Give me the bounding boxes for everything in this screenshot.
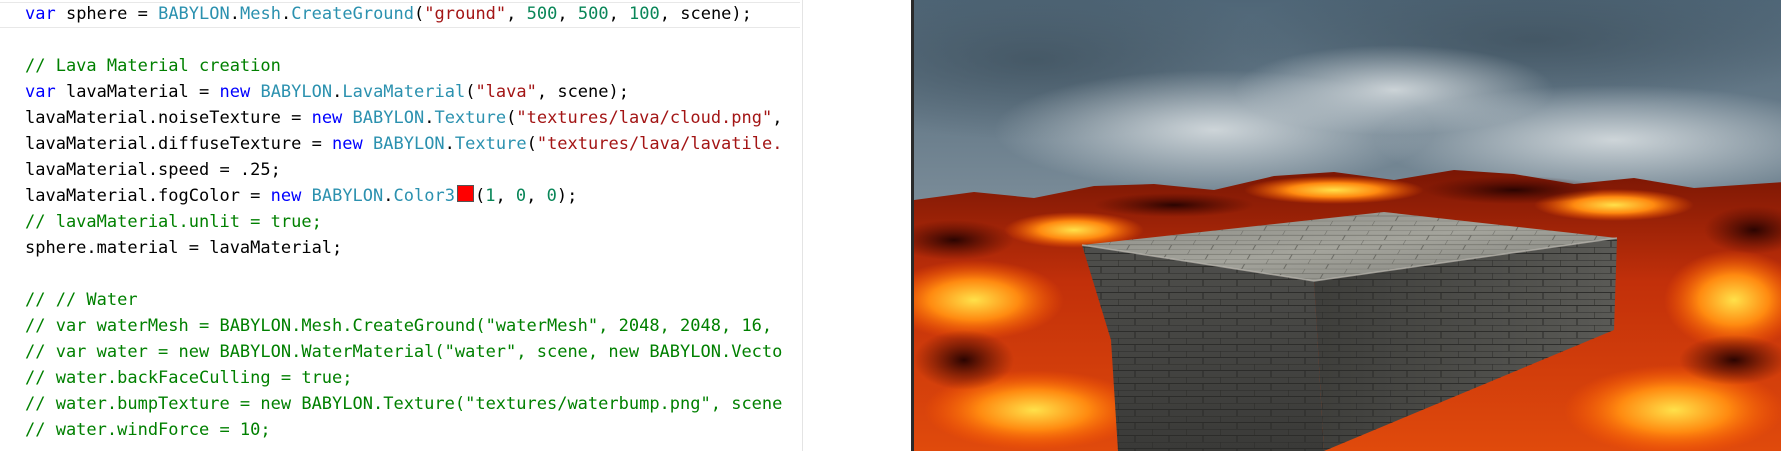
code-line[interactable]: lavaMaterial.fogColor = new BABYLON.Colo…	[25, 183, 577, 209]
code-token: // water.bumpTexture = new BABYLON.Textu…	[25, 394, 783, 414]
code-token: new	[311, 108, 343, 128]
code-token: ,	[608, 4, 630, 24]
code-token: (	[474, 186, 486, 206]
code-token: var	[25, 82, 56, 102]
code-token: (	[526, 134, 537, 154]
code-line[interactable]: lavaMaterial.speed = .25;	[25, 157, 281, 183]
code-token: // Lava Material creation	[25, 56, 281, 76]
code-token: // water.backFaceCulling = true;	[25, 368, 353, 388]
code-token: new	[219, 82, 251, 102]
code-line[interactable]: lavaMaterial.noiseTexture = new BABYLON.…	[25, 105, 782, 131]
code-token: Texture	[434, 108, 507, 128]
code-token: BABYLON	[311, 186, 384, 206]
code-token: lavaMaterial =	[55, 82, 220, 102]
code-line[interactable]: // // Water	[25, 287, 138, 313]
code-token: 0	[515, 186, 527, 206]
code-token: , scene);	[536, 82, 629, 102]
code-line[interactable]: lavaMaterial.diffuseTexture = new BABYLO…	[25, 131, 782, 157]
code-token: .	[332, 82, 343, 102]
code-lines[interactable]: var sphere = BABYLON.Mesh.CreateGround("…	[0, 0, 803, 451]
code-token: LavaMaterial	[342, 82, 466, 102]
code-line[interactable]: var lavaMaterial = new BABYLON.LavaMater…	[25, 79, 629, 105]
code-token: .	[229, 4, 240, 24]
code-token: "lava"	[475, 82, 537, 102]
code-token: ,	[495, 186, 516, 206]
code-token: new	[332, 134, 363, 154]
code-token: .	[424, 108, 435, 128]
code-line[interactable]: // water.backFaceCulling = true;	[25, 365, 353, 391]
code-token: 0	[546, 186, 557, 206]
code-token: // var water = new BABYLON.WaterMaterial…	[25, 342, 783, 362]
code-line[interactable]: var sphere = BABYLON.Mesh.CreateGround("…	[25, 1, 752, 27]
code-token: lavaMaterial.fogColor =	[25, 186, 271, 206]
code-token: (	[465, 82, 476, 102]
code-token: Texture	[454, 134, 527, 154]
code-token: // // Water	[25, 290, 138, 310]
code-token: sphere.material = lavaMaterial;	[25, 238, 343, 258]
code-token: var	[25, 4, 56, 24]
code-editor[interactable]: var sphere = BABYLON.Mesh.CreateGround("…	[0, 0, 803, 451]
code-token: (	[414, 4, 425, 24]
code-token: 500	[577, 4, 609, 24]
code-token: .	[444, 134, 455, 154]
code-token: lavaMaterial.speed = .25;	[25, 160, 281, 180]
code-token: ,	[557, 4, 578, 24]
code-token: // lavaMaterial.unlit = true;	[25, 212, 322, 232]
code-token: ,	[506, 4, 527, 24]
code-token: ,	[526, 186, 547, 206]
code-line[interactable]: sphere.material = lavaMaterial;	[25, 235, 342, 261]
code-token: 1	[485, 186, 496, 206]
code-token: BABYLON	[158, 4, 230, 24]
code-token: "textures/lava/cloud.png"	[516, 108, 773, 128]
code-line[interactable]: // Lava Material creation	[25, 53, 281, 79]
code-token: (	[506, 108, 517, 128]
code-token: );	[556, 186, 578, 206]
code-token: 100	[629, 4, 660, 24]
code-token: sphere =	[55, 4, 159, 24]
code-token: new	[270, 186, 302, 206]
code-token: BABYLON	[352, 108, 425, 128]
code-token: 500	[526, 4, 558, 24]
lava-scene-canvas[interactable]	[914, 0, 1781, 451]
code-line[interactable]: // var water = new BABYLON.WaterMaterial…	[25, 339, 782, 365]
code-line[interactable]: // lavaMaterial.unlit = true;	[25, 209, 322, 235]
code-token: Color3	[393, 186, 455, 206]
code-token: "ground"	[424, 4, 507, 24]
code-token: Mesh	[239, 4, 281, 24]
code-token: BABYLON	[373, 134, 445, 154]
code-token: ,	[772, 108, 783, 128]
code-token: BABYLON	[260, 82, 333, 102]
render-viewport[interactable]	[911, 0, 1781, 451]
code-line[interactable]: // water.bumpTexture = new BABYLON.Textu…	[25, 391, 782, 417]
code-line[interactable]: // var waterMesh = BABYLON.Mesh.CreateGr…	[25, 313, 772, 339]
color-swatch[interactable]	[456, 185, 474, 202]
code-token: // var waterMesh = BABYLON.Mesh.CreateGr…	[25, 316, 773, 336]
code-token: , scene);	[659, 4, 752, 24]
code-token: CreateGround	[291, 4, 415, 24]
code-token: // water.windForce = 10;	[25, 420, 271, 440]
code-token: .	[383, 186, 394, 206]
code-token: lavaMaterial.noiseTexture =	[25, 108, 312, 128]
code-line[interactable]: // water.windForce = 10;	[25, 417, 271, 443]
code-minimap[interactable]	[802, 0, 803, 451]
code-token: .	[280, 4, 292, 24]
code-token: "textures/lava/lavatile.	[536, 134, 783, 154]
code-token: lavaMaterial.diffuseTexture =	[25, 134, 333, 154]
